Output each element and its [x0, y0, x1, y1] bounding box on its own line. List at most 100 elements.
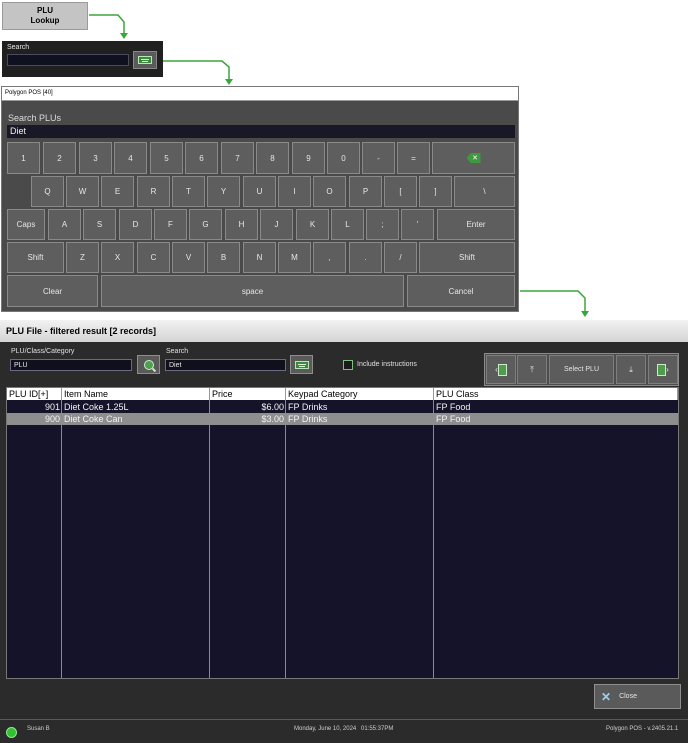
search-mini-input[interactable] — [7, 54, 129, 66]
key-equals[interactable]: = — [397, 142, 430, 174]
key-backspace[interactable]: ✕ — [432, 142, 515, 174]
cell-keypad-category: FP Drinks — [288, 402, 328, 412]
search-input[interactable]: Diet — [165, 359, 286, 371]
status-version: Polygon POS - v.2405.21.1 — [606, 726, 679, 732]
key-4[interactable]: 4 — [114, 142, 147, 174]
key-i[interactable]: I — [278, 176, 311, 207]
key-x[interactable]: X — [101, 242, 134, 273]
backspace-icon: ✕ — [466, 153, 481, 163]
keyboard-icon — [138, 56, 152, 64]
select-plu-button[interactable]: Select PLU — [549, 355, 614, 384]
key-clear[interactable]: Clear — [7, 275, 98, 307]
status-time: 01:55:37PM — [361, 726, 394, 732]
search-mini-window: Search — [2, 41, 163, 77]
include-instructions-label: Include instructions — [357, 361, 417, 368]
key-slash[interactable]: / — [384, 242, 417, 273]
key-enter[interactable]: Enter — [437, 209, 515, 240]
include-instructions-checkbox[interactable] — [343, 360, 353, 370]
key-semicolon[interactable]: ; — [366, 209, 399, 240]
key-bracket-right[interactable]: ] — [419, 176, 452, 207]
plu-file-title: PLU File - filtered result [2 records] — [0, 320, 688, 342]
key-y[interactable]: Y — [207, 176, 240, 207]
keyboard-button[interactable] — [133, 51, 157, 69]
key-period[interactable]: . — [349, 242, 382, 273]
search-label: Search — [166, 348, 189, 355]
key-caps[interactable]: Caps — [7, 209, 45, 240]
keyboard-icon — [294, 360, 309, 369]
key-j[interactable]: J — [260, 209, 293, 240]
key-minus[interactable]: - — [362, 142, 395, 174]
page-next-button[interactable]: › — [648, 355, 678, 384]
key-backslash[interactable]: \ — [454, 176, 515, 207]
key-o[interactable]: O — [313, 176, 346, 207]
filter-label: PLU/Class/Category — [11, 348, 75, 355]
key-a[interactable]: A — [48, 209, 81, 240]
key-r[interactable]: R — [137, 176, 170, 207]
key-bracket-left[interactable]: [ — [384, 176, 417, 207]
key-s[interactable]: S — [83, 209, 116, 240]
key-f[interactable]: F — [154, 209, 187, 240]
key-2[interactable]: 2 — [43, 142, 76, 174]
cell-plu-class: FP Food — [436, 414, 471, 424]
key-t[interactable]: T — [172, 176, 205, 207]
cell-plu-class: FP Food — [436, 402, 471, 412]
col-item-name[interactable]: Item Name — [62, 388, 210, 400]
key-quote[interactable]: ' — [401, 209, 434, 240]
close-icon: ✕ — [601, 689, 612, 704]
search-plus-label: Search PLUs — [8, 113, 62, 123]
filter-search-button[interactable] — [137, 355, 160, 374]
col-plu-class[interactable]: PLU Class — [434, 388, 678, 400]
key-comma[interactable]: , — [313, 242, 346, 273]
key-space[interactable]: space — [101, 275, 404, 307]
col-plu-id[interactable]: PLU ID[+] — [7, 388, 62, 400]
col-keypad-category[interactable]: Keypad Category — [286, 388, 434, 400]
search-plus-input[interactable]: Diet — [7, 125, 515, 138]
key-v[interactable]: V — [172, 242, 205, 273]
keyboard-window-title: Polygon POS [40] — [2, 87, 518, 101]
page-first-button[interactable]: ⤒ — [517, 355, 547, 384]
key-3[interactable]: 3 — [79, 142, 112, 174]
key-1[interactable]: 1 — [7, 142, 40, 174]
cell-keypad-category: FP Drinks — [288, 414, 328, 424]
key-5[interactable]: 5 — [150, 142, 183, 174]
close-button[interactable]: ✕ Close — [594, 684, 681, 709]
key-d[interactable]: D — [119, 209, 152, 240]
page-next-icon — [657, 363, 667, 376]
cell-plu-id: 900 — [44, 414, 60, 424]
key-n[interactable]: N — [243, 242, 276, 273]
key-cancel[interactable]: Cancel — [407, 275, 515, 307]
page-prev-button[interactable]: ‹ — [486, 355, 516, 384]
key-m[interactable]: M — [278, 242, 311, 273]
plu-lookup-line1: PLU — [37, 6, 53, 15]
key-l[interactable]: L — [331, 209, 364, 240]
cell-price: $6.00 — [261, 402, 284, 412]
table-row[interactable]: 901 Diet Coke 1.25L $6.00 FP Drinks FP F… — [7, 401, 678, 413]
key-g[interactable]: G — [189, 209, 222, 240]
key-0[interactable]: 0 — [327, 142, 360, 174]
plu-lookup-button[interactable]: PLU Lookup — [2, 2, 88, 30]
key-q[interactable]: Q — [31, 176, 64, 207]
key-shift-right[interactable]: Shift — [419, 242, 515, 273]
key-z[interactable]: Z — [66, 242, 99, 273]
key-7[interactable]: 7 — [221, 142, 254, 174]
key-p[interactable]: P — [349, 176, 382, 207]
key-9[interactable]: 9 — [292, 142, 325, 174]
key-k[interactable]: K — [296, 209, 329, 240]
key-shift-left[interactable]: Shift — [7, 242, 64, 273]
key-u[interactable]: U — [243, 176, 276, 207]
key-h[interactable]: H — [225, 209, 258, 240]
col-price[interactable]: Price — [210, 388, 286, 400]
page-prev-icon — [497, 363, 507, 376]
plu-file-window: PLU File - filtered result [2 records] P… — [0, 320, 688, 743]
filter-input[interactable]: PLU — [10, 359, 132, 371]
key-e[interactable]: E — [101, 176, 134, 207]
key-8[interactable]: 8 — [256, 142, 289, 174]
keyboard-button-main[interactable] — [290, 355, 313, 374]
table-row-selected[interactable]: 900 Diet Coke Can $3.00 FP Drinks FP Foo… — [7, 413, 678, 425]
search-icon — [143, 359, 154, 370]
page-last-button[interactable]: ⤓ — [616, 355, 646, 384]
key-b[interactable]: B — [207, 242, 240, 273]
key-6[interactable]: 6 — [185, 142, 218, 174]
key-w[interactable]: W — [66, 176, 99, 207]
key-c[interactable]: C — [137, 242, 170, 273]
